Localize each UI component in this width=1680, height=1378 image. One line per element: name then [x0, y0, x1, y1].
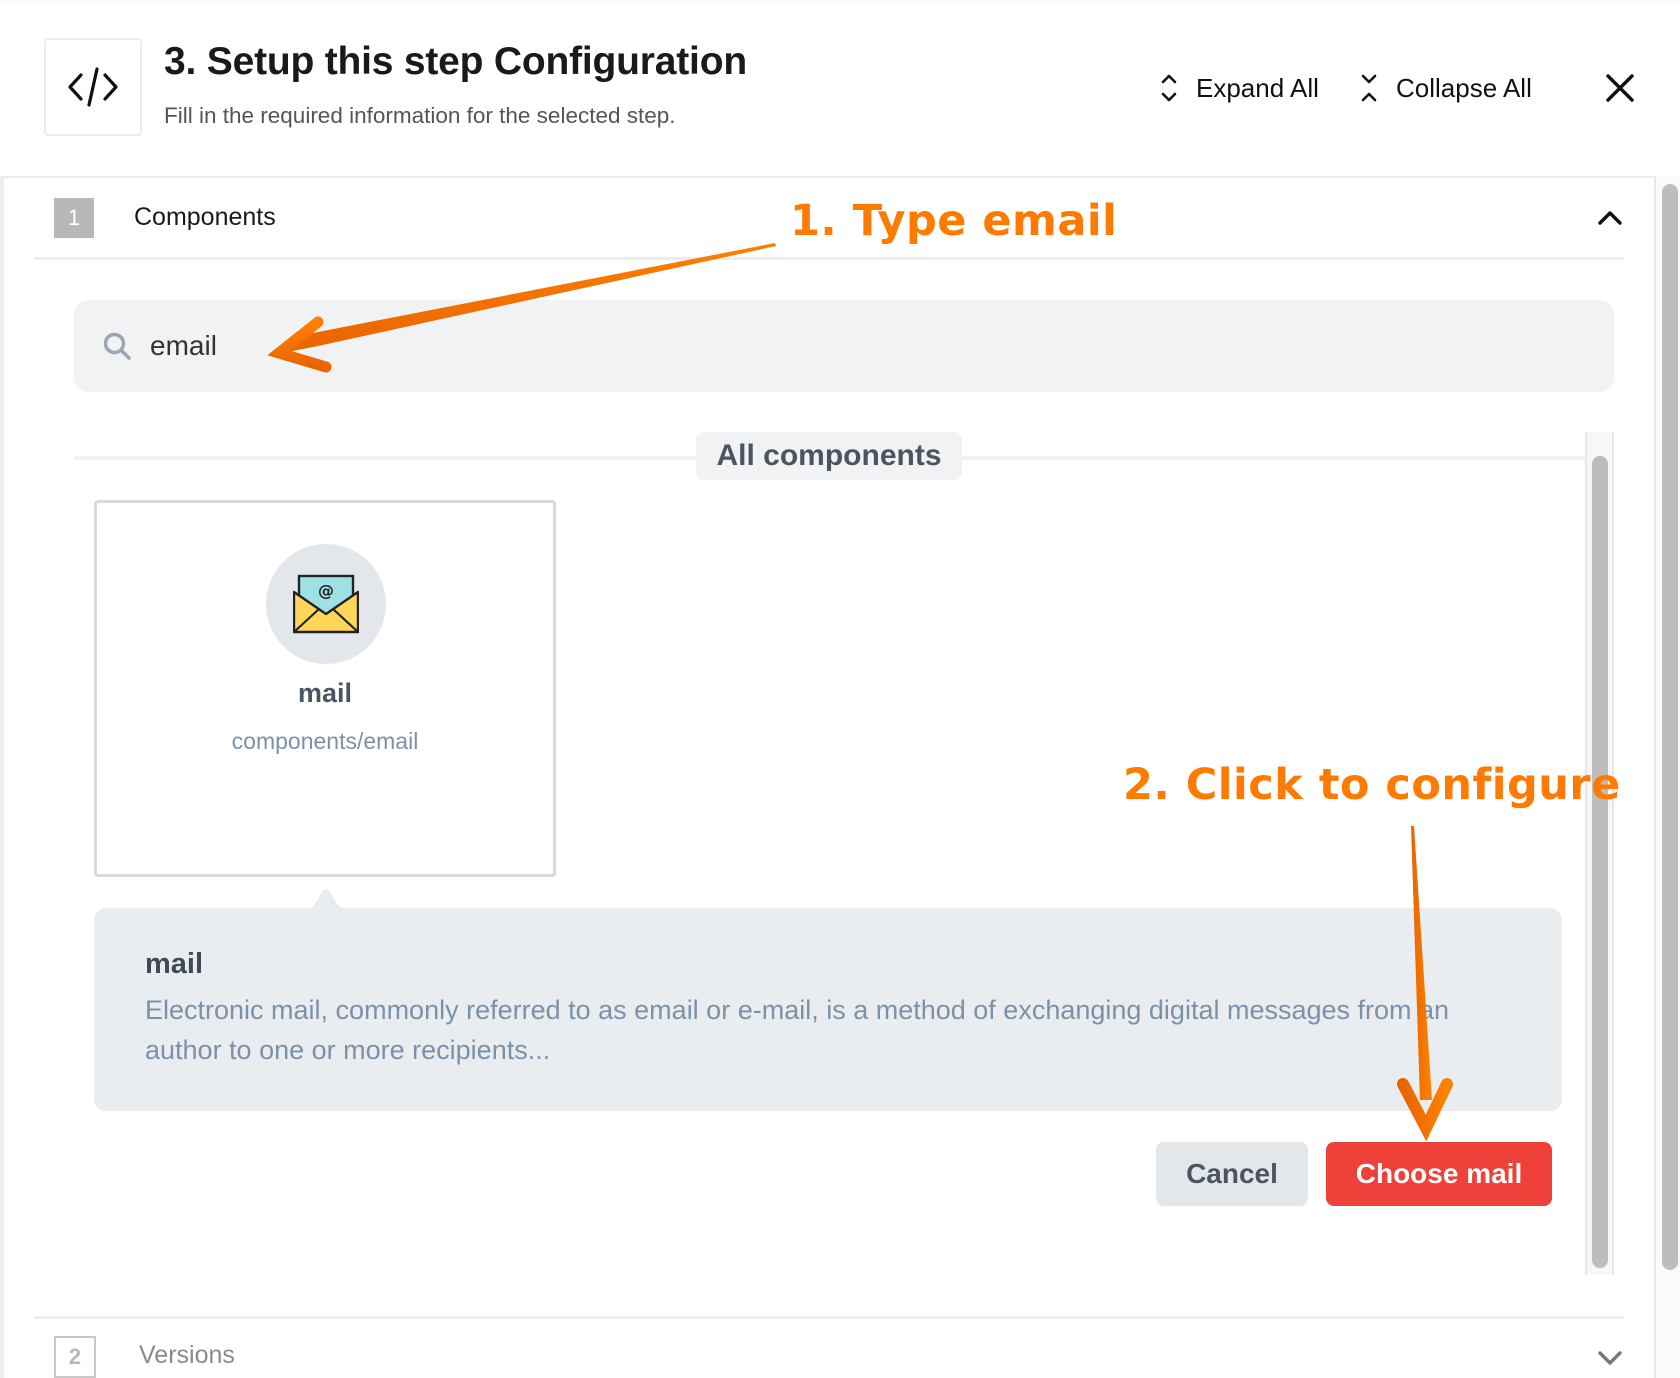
choose-component-button[interactable]: Choose mail — [1326, 1142, 1552, 1206]
page-title: 3. Setup this step Configuration — [164, 40, 747, 83]
panel-left-edge — [0, 176, 4, 1378]
component-path: components/email — [231, 728, 419, 754]
cancel-button[interactable]: Cancel — [1156, 1142, 1308, 1206]
collapse-all-label: Collapse All — [1396, 72, 1532, 103]
collapse-all-button[interactable]: Collapse All — [1360, 70, 1532, 106]
chevron-up-icon — [1598, 211, 1622, 225]
section-expand-toggle[interactable] — [1596, 1344, 1624, 1372]
annotation-type-email: 1. Type email — [790, 196, 1118, 246]
component-name: mail — [297, 678, 353, 708]
envelope-at-icon: @ — [293, 574, 359, 634]
section-title-versions[interactable]: Versions — [139, 1341, 235, 1370]
close-button[interactable] — [1602, 70, 1638, 106]
group-label: All components — [696, 432, 962, 480]
section-number-badge: 2 — [54, 1336, 96, 1378]
description-text: Electronic mail, commonly referred to as… — [145, 995, 1450, 1065]
page-scrollbar-thumb[interactable] — [1662, 184, 1678, 1270]
collapse-icon — [1361, 74, 1377, 102]
expand-all-button[interactable]: Expand All — [1160, 70, 1319, 106]
section-divider — [34, 1316, 1624, 1319]
page-subtitle: Fill in the required information for the… — [164, 103, 676, 128]
description-pointer — [304, 889, 348, 910]
code-icon — [68, 67, 118, 107]
section-divider — [34, 257, 1624, 260]
component-icon: @ — [266, 544, 386, 664]
expand-icon — [1161, 74, 1177, 102]
description-title: mail — [145, 948, 204, 980]
search-icon — [102, 331, 132, 361]
section-collapse-toggle[interactable] — [1596, 204, 1624, 232]
annotation-click-to-configure: 2. Click to configure — [1123, 760, 1621, 810]
components-scrollbar-thumb[interactable] — [1592, 456, 1608, 1268]
chevron-down-icon — [1598, 1351, 1622, 1365]
svg-text:@: @ — [318, 581, 334, 600]
section-number-badge: 1 — [54, 198, 94, 238]
step-icon-box — [44, 38, 142, 136]
close-icon — [1606, 74, 1634, 102]
section-title-components[interactable]: Components — [134, 203, 276, 232]
expand-all-label: Expand All — [1196, 72, 1319, 103]
search-input[interactable] — [150, 320, 1550, 372]
